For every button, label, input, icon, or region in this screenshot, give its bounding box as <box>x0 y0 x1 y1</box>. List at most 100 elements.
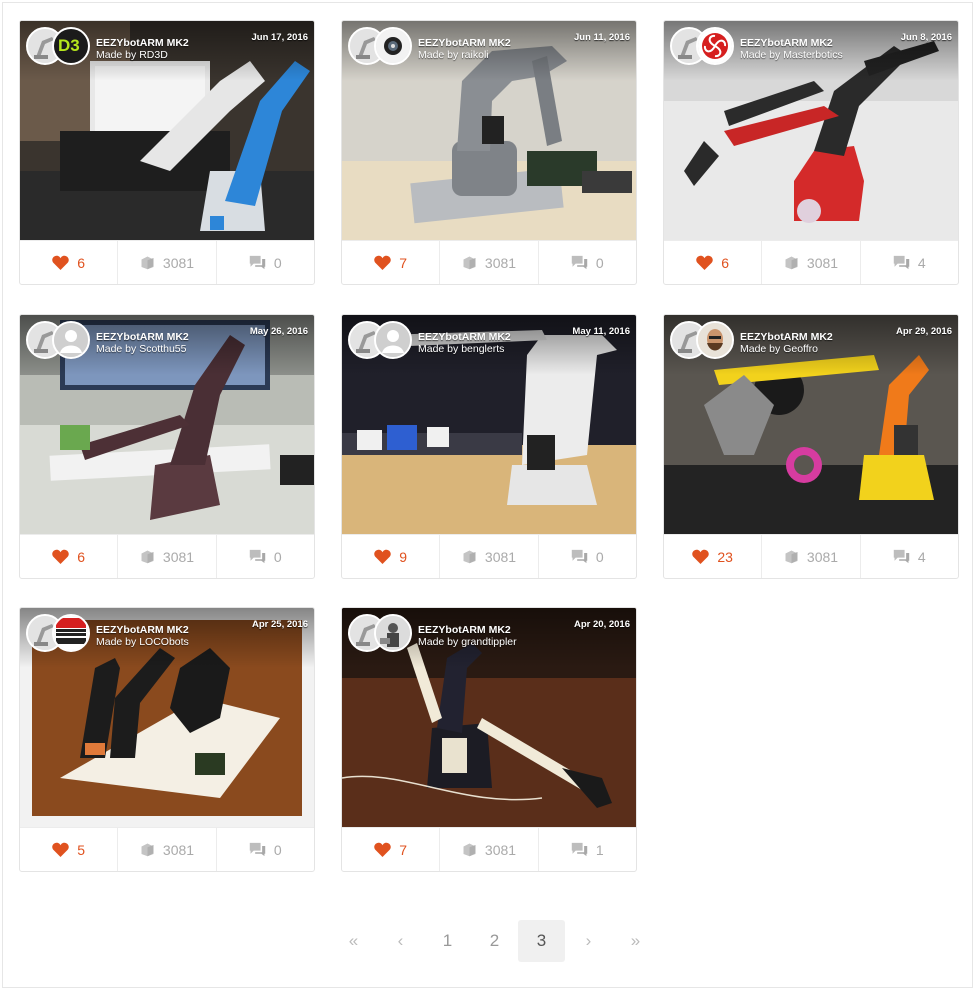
comment-icon <box>249 255 266 270</box>
next-page-button[interactable]: › <box>565 920 612 962</box>
make-card[interactable]: D3 EEZYbotARM MK2 Made by RD3D Jun 17, 2… <box>19 20 315 285</box>
make-date: Apr 29, 2016 <box>896 326 952 337</box>
make-card[interactable]: EEZYbotARM MK2 Made by LOCObots Apr 25, … <box>19 607 315 872</box>
thing-name[interactable]: EEZYbotARM MK2 <box>740 37 843 49</box>
thing-name[interactable]: EEZYbotARM MK2 <box>418 624 517 636</box>
thing-name[interactable]: EEZYbotARM MK2 <box>96 37 189 49</box>
page-3-button[interactable]: 3 <box>518 920 565 962</box>
comment-button[interactable]: 0 <box>537 241 636 284</box>
collection-icon <box>785 256 798 270</box>
collect-button[interactable]: 3081 <box>761 241 859 284</box>
make-card[interactable]: EEZYbotARM MK2 Made by Geoffro Apr 29, 2… <box>663 314 959 579</box>
make-stats: 6 3081 0 <box>20 240 314 284</box>
heart-icon <box>696 255 714 270</box>
collect-button[interactable]: 3081 <box>117 828 215 871</box>
user-avatar[interactable] <box>696 27 734 65</box>
avatar-group <box>348 614 418 654</box>
collect-button[interactable]: 3081 <box>117 535 215 578</box>
collection-count: 3081 <box>484 548 517 565</box>
thing-name[interactable]: EEZYbotARM MK2 <box>96 624 189 636</box>
make-stats: 7 3081 0 <box>342 240 636 284</box>
make-thumbnail[interactable]: EEZYbotARM MK2 Made by grandtippler Apr … <box>342 608 636 827</box>
collection-count: 3081 <box>484 841 517 858</box>
collect-button[interactable]: 3081 <box>439 828 537 871</box>
collect-button[interactable]: 3081 <box>761 535 859 578</box>
avatar-group <box>348 321 418 361</box>
make-card[interactable]: EEZYbotARM MK2 Made by Scotthu55 May 26,… <box>19 314 315 579</box>
make-thumbnail[interactable]: EEZYbotARM MK2 Made by LOCObots Apr 25, … <box>20 608 314 827</box>
make-card[interactable]: EEZYbotARM MK2 Made by benglerts May 11,… <box>341 314 637 579</box>
user-avatar-icon <box>376 29 410 63</box>
like-count: 6 <box>77 548 86 565</box>
thing-name[interactable]: EEZYbotARM MK2 <box>740 331 833 343</box>
user-avatar[interactable] <box>374 321 412 359</box>
like-count: 6 <box>721 254 730 271</box>
maker-name[interactable]: Made by Masterbotics <box>740 49 843 61</box>
collect-button[interactable]: 3081 <box>117 241 215 284</box>
comment-button[interactable]: 0 <box>215 241 314 284</box>
like-button[interactable]: 6 <box>664 241 761 284</box>
comment-button[interactable]: 0 <box>215 535 314 578</box>
make-stats: 9 3081 0 <box>342 534 636 578</box>
like-button[interactable]: 7 <box>342 241 439 284</box>
make-date: Jun 11, 2016 <box>574 32 630 43</box>
collection-count: 3081 <box>806 548 839 565</box>
comment-button[interactable]: 0 <box>537 535 636 578</box>
make-card[interactable]: EEZYbotARM MK2 Made by Masterbotics Jun … <box>663 20 959 285</box>
comment-button[interactable]: 0 <box>215 828 314 871</box>
like-button[interactable]: 23 <box>664 535 761 578</box>
make-thumbnail[interactable]: D3 EEZYbotARM MK2 Made by RD3D Jun 17, 2… <box>20 21 314 240</box>
make-stats: 5 3081 0 <box>20 827 314 871</box>
maker-name[interactable]: Made by Geoffro <box>740 343 833 355</box>
user-avatar-icon <box>698 323 732 357</box>
user-avatar[interactable] <box>374 27 412 65</box>
maker-name[interactable]: Made by Scotthu55 <box>96 343 189 355</box>
comment-button[interactable]: 4 <box>859 535 958 578</box>
prev-page-button[interactable]: ‹ <box>377 920 424 962</box>
like-button[interactable]: 6 <box>20 535 117 578</box>
first-page-button[interactable]: « <box>330 920 377 962</box>
collection-icon <box>463 256 476 270</box>
like-count: 9 <box>399 548 408 565</box>
thing-name[interactable]: EEZYbotARM MK2 <box>96 331 189 343</box>
comment-count: 1 <box>595 841 604 858</box>
heart-icon <box>52 255 70 270</box>
collect-button[interactable]: 3081 <box>439 535 537 578</box>
page-1-button[interactable]: 1 <box>424 920 471 962</box>
comment-count: 0 <box>273 841 282 858</box>
thing-name[interactable]: EEZYbotARM MK2 <box>418 331 511 343</box>
comment-button[interactable]: 4 <box>859 241 958 284</box>
like-button[interactable]: 9 <box>342 535 439 578</box>
default-avatar-icon <box>376 323 410 357</box>
make-thumbnail[interactable]: EEZYbotARM MK2 Made by raikoli Jun 11, 2… <box>342 21 636 240</box>
user-avatar[interactable] <box>696 321 734 359</box>
like-button[interactable]: 7 <box>342 828 439 871</box>
user-avatar[interactable]: D3 <box>52 27 90 65</box>
make-thumbnail[interactable]: EEZYbotARM MK2 Made by Masterbotics Jun … <box>664 21 958 240</box>
heart-icon <box>52 549 70 564</box>
make-meta: EEZYbotARM MK2 Made by Masterbotics <box>740 37 843 61</box>
make-thumbnail[interactable]: EEZYbotARM MK2 Made by Scotthu55 May 26,… <box>20 315 314 534</box>
like-button[interactable]: 5 <box>20 828 117 871</box>
like-button[interactable]: 6 <box>20 241 117 284</box>
collection-icon <box>463 550 476 564</box>
make-thumbnail[interactable]: EEZYbotARM MK2 Made by benglerts May 11,… <box>342 315 636 534</box>
user-avatar[interactable] <box>52 321 90 359</box>
user-avatar[interactable] <box>374 614 412 652</box>
make-card[interactable]: EEZYbotARM MK2 Made by grandtippler Apr … <box>341 607 637 872</box>
make-stats: 23 3081 4 <box>664 534 958 578</box>
last-page-button[interactable]: » <box>612 920 659 962</box>
comment-button[interactable]: 1 <box>537 828 636 871</box>
make-meta: EEZYbotARM MK2 Made by raikoli <box>418 37 511 61</box>
maker-name[interactable]: Made by grandtippler <box>418 636 517 648</box>
maker-name[interactable]: Made by raikoli <box>418 49 511 61</box>
make-card[interactable]: EEZYbotARM MK2 Made by raikoli Jun 11, 2… <box>341 20 637 285</box>
collect-button[interactable]: 3081 <box>439 241 537 284</box>
thing-name[interactable]: EEZYbotARM MK2 <box>418 37 511 49</box>
page-2-button[interactable]: 2 <box>471 920 518 962</box>
maker-name[interactable]: Made by LOCObots <box>96 636 189 648</box>
maker-name[interactable]: Made by benglerts <box>418 343 511 355</box>
user-avatar[interactable] <box>52 614 90 652</box>
maker-name[interactable]: Made by RD3D <box>96 49 189 61</box>
make-thumbnail[interactable]: EEZYbotARM MK2 Made by Geoffro Apr 29, 2… <box>664 315 958 534</box>
